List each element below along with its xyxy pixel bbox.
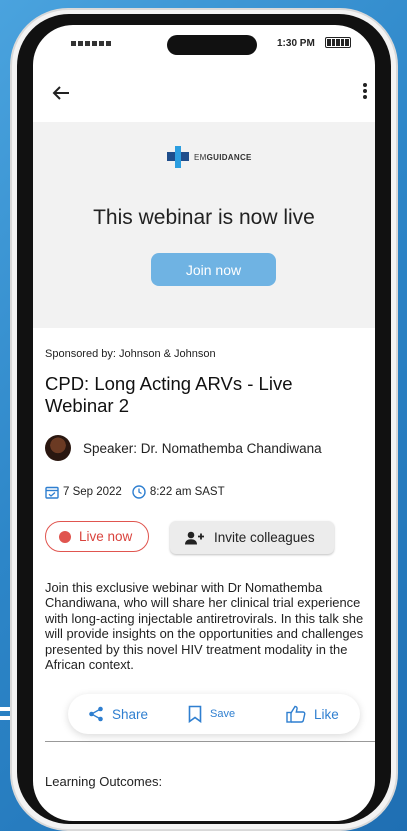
calendar-icon [45,486,59,499]
more-vertical-icon[interactable] [363,83,367,101]
app-screen: 1:30 PM EMGUIDANCE This webinar is now l… [33,25,375,821]
join-now-button[interactable]: Join now [151,253,276,286]
app-bar [33,69,375,121]
speaker-row: Speaker: Dr. Nomathemba Chandiwana [45,435,322,461]
live-dot-icon [59,530,71,543]
save-label: Save [210,708,236,720]
action-bar: Share Save Like [68,694,360,734]
speaker-avatar [45,435,71,461]
divider [45,741,375,742]
live-label: Live now [79,529,133,544]
live-banner: EMGUIDANCE This webinar is now live Join… [33,122,375,328]
add-person-icon [185,531,204,544]
back-arrow-icon[interactable] [51,83,71,107]
learning-outcomes-heading: Learning Outcomes: [45,774,163,789]
share-button[interactable]: Share [88,706,148,722]
emguidance-logo: EMGUIDANCE [166,146,252,168]
webinar-title: CPD: Long Acting ARVs - Live Webinar 2 [45,373,293,416]
logo-cross-icon [167,146,189,168]
camera-notch [167,35,257,55]
thumbs-up-icon [286,705,306,723]
like-button[interactable]: Like [286,705,339,723]
live-now-badge: Live now [45,521,149,552]
status-bar: 1:30 PM [33,25,375,69]
share-label: Share [112,706,149,722]
invite-label: Invite colleagues [214,530,315,545]
bookmark-icon [188,705,202,723]
event-date: 7 Sep 2022 [63,486,122,498]
battery-icon [325,37,351,48]
status-time: 1:30 PM [277,38,315,49]
like-label: Like [314,706,339,722]
logo-name: GUIDANCE [206,152,252,162]
share-icon [89,706,103,722]
webinar-description: Join this exclusive webinar with Dr Noma… [45,580,364,673]
clock-icon [132,485,146,499]
sponsor-text: Sponsored by: Johnson & Johnson [45,348,216,360]
event-time: 8:22 am SAST [149,486,225,498]
invite-colleagues-button[interactable]: Invite colleagues [170,521,334,554]
logo-prefix: EM [194,152,207,162]
date-time-row: 7 Sep 2022 8:22 am SAST [45,485,225,499]
speaker-name: Speaker: Dr. Nomathemba Chandiwana [83,440,322,456]
save-button[interactable]: Save [188,705,235,723]
banner-title: This webinar is now live [93,206,315,229]
signal-icon [71,41,111,46]
